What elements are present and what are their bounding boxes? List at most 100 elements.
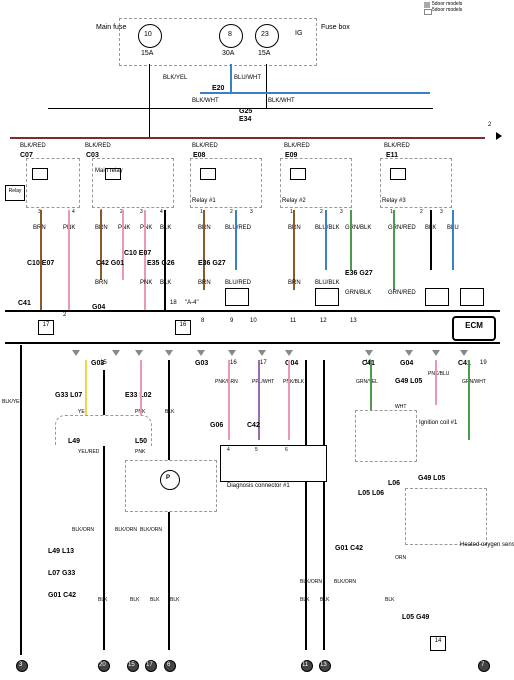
box-14: 14 bbox=[430, 636, 446, 651]
grn-red-b: GRN/RED bbox=[388, 290, 416, 296]
g04-label-r2: G04 bbox=[400, 360, 413, 367]
blk-red-1: BLK/RED bbox=[20, 143, 46, 149]
c41-r-label: C41 bbox=[362, 360, 375, 367]
g04-label-r: G04 bbox=[285, 360, 298, 367]
arrow-7 bbox=[258, 350, 266, 356]
blk-b6: BLK bbox=[320, 598, 329, 603]
fuse-10-num: 10 bbox=[144, 31, 152, 38]
ground-17-num: 17 bbox=[146, 662, 153, 668]
component-4 bbox=[460, 288, 484, 306]
wire-grn-blk bbox=[350, 210, 352, 270]
blu-red-1: BLU/RED bbox=[225, 225, 251, 231]
pnk-blk: PNK/BLK bbox=[283, 380, 304, 385]
fuse-8-num: 8 bbox=[228, 31, 232, 38]
orn-label: ORN bbox=[395, 556, 406, 561]
c03-pin3: 3 bbox=[140, 210, 143, 215]
relay2-text: Relay #2 bbox=[282, 198, 306, 204]
wire-pnk-2 bbox=[122, 210, 124, 280]
ground-11-num: 11 bbox=[302, 662, 308, 668]
c42-g01: C42 G01 bbox=[96, 260, 124, 267]
pnk-blu: PNK/BLU bbox=[428, 372, 449, 377]
blu-blk-1: BLU/BLK bbox=[315, 225, 340, 231]
ecm-8: 8 bbox=[201, 318, 204, 324]
arrow-9 bbox=[365, 350, 373, 356]
page-ref-2 bbox=[496, 132, 502, 140]
e09-pin3: 3 bbox=[340, 210, 343, 215]
g49-l05-b: G49 L05 bbox=[418, 475, 445, 482]
l49-label: L49 bbox=[68, 438, 80, 445]
arrow-4 bbox=[165, 350, 173, 356]
arrow-3 bbox=[135, 350, 143, 356]
ecm-11: 11 bbox=[290, 318, 296, 324]
wire-brn-2 bbox=[100, 210, 102, 280]
coil-c03 bbox=[105, 168, 121, 180]
wire-blk-a bbox=[103, 370, 105, 650]
a4-label: "A-4" bbox=[185, 300, 199, 306]
ecm-13: 13 bbox=[350, 318, 357, 324]
e35-g26: E35 G26 bbox=[147, 260, 175, 267]
blk-orn-2: BLK/ORN bbox=[115, 528, 137, 533]
l06-label: L06 bbox=[388, 480, 400, 487]
wire-blu-1 bbox=[452, 210, 454, 270]
component-2 bbox=[315, 288, 339, 306]
yel-red: YEL/RED bbox=[78, 450, 99, 455]
g04-label: G04 bbox=[92, 304, 105, 311]
arrow-11 bbox=[432, 350, 440, 356]
l07-g33: L07 G33 bbox=[48, 570, 75, 577]
blk-orn-4: BLK/ORN bbox=[300, 580, 322, 585]
diag-pin5: 5 bbox=[255, 448, 258, 453]
c41-label: C41 bbox=[18, 300, 31, 307]
blu-wht-top: BLU/WHT bbox=[234, 75, 261, 81]
ecm-18: 18 bbox=[170, 300, 177, 306]
ppl-wht: PPL/WHT bbox=[252, 380, 274, 385]
c42-label: C42 bbox=[247, 422, 260, 429]
o2-text: Heated oxygen sensor #1 bbox=[460, 542, 514, 548]
grn-wht: GRN/WHT bbox=[462, 380, 486, 385]
blk-orn-3: BLK/ORN bbox=[140, 528, 162, 533]
blk-1b: BLK bbox=[160, 280, 171, 286]
wire-blu-red bbox=[235, 210, 237, 270]
g33-l07: G33 L07 bbox=[55, 392, 82, 399]
component-1 bbox=[225, 288, 249, 306]
e34-label: E34 bbox=[239, 116, 251, 123]
coil-c07 bbox=[32, 168, 48, 180]
blk-b3: BLK bbox=[150, 598, 159, 603]
wire-yel bbox=[85, 360, 87, 420]
diag-pin6: 6 bbox=[285, 448, 288, 453]
wire-grn-red bbox=[393, 210, 395, 290]
wire-blk-d bbox=[323, 360, 325, 650]
ground-6-num: 6 bbox=[167, 662, 170, 668]
pnk-grn: PNK/GRN bbox=[215, 380, 238, 385]
blk-b5: BLK bbox=[300, 598, 309, 603]
blu-wht-bus bbox=[200, 92, 430, 94]
coil-e11 bbox=[390, 168, 406, 180]
wire-pnk-l bbox=[140, 360, 142, 420]
wire-fuse10-down bbox=[149, 64, 150, 137]
blk-b1: BLK bbox=[98, 598, 107, 603]
g06-label: G06 bbox=[210, 422, 223, 429]
wire-blk-2 bbox=[430, 210, 432, 270]
component-3 bbox=[425, 288, 449, 306]
pnk-l2: PNK bbox=[135, 450, 145, 455]
ground-13-num: 13 bbox=[320, 662, 327, 668]
ecm-box: ECM bbox=[452, 316, 496, 341]
arrow-5 bbox=[197, 350, 205, 356]
page-ref-2-num: 2 bbox=[488, 122, 491, 128]
blu-red-b: BLU/RED bbox=[225, 280, 251, 286]
wire-grn-wht bbox=[468, 360, 470, 440]
blk-wht-l: BLK/WHT bbox=[192, 98, 219, 104]
ecm-10: 10 bbox=[250, 318, 257, 324]
p-label: P bbox=[166, 475, 170, 481]
wire-pnk-3 bbox=[144, 210, 146, 310]
relay3-text: Relay #3 bbox=[382, 198, 406, 204]
arrow-1 bbox=[72, 350, 80, 356]
wire-blk-yel-main bbox=[20, 345, 22, 655]
blk-red-4: BLK/RED bbox=[284, 143, 310, 149]
wire-brn-3 bbox=[203, 210, 205, 290]
arrow-2 bbox=[112, 350, 120, 356]
wire-blu-blk bbox=[325, 210, 327, 270]
blk-red-5: BLK/RED bbox=[384, 143, 410, 149]
fuse-box-label: Fuse box bbox=[321, 24, 345, 31]
ig-label: IG bbox=[295, 30, 302, 37]
arrow-12 bbox=[460, 350, 468, 356]
